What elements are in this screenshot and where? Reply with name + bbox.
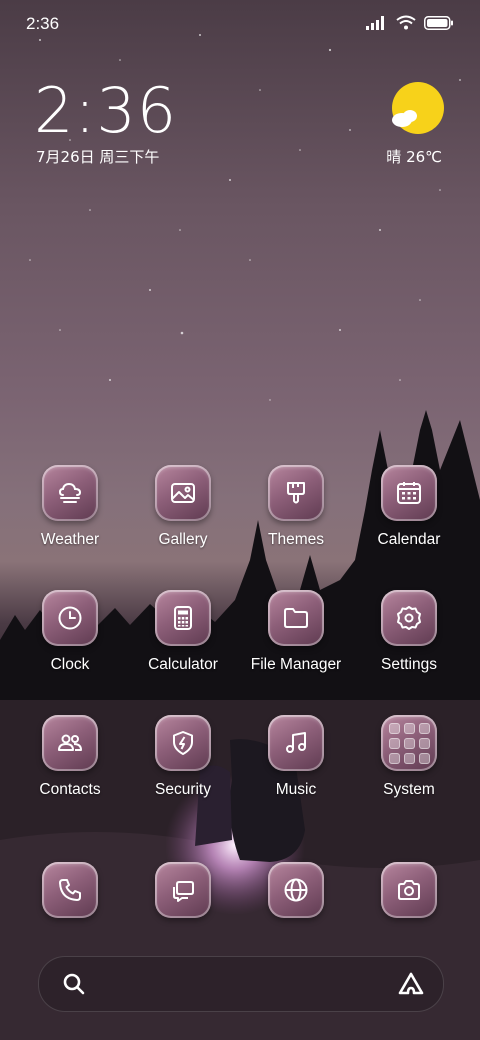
app-label: Calendar <box>377 531 441 548</box>
app-icon-browser[interactable] <box>268 862 324 918</box>
folder-grid-icon[interactable] <box>381 715 437 771</box>
gear-icon <box>397 606 421 630</box>
app-themes[interactable]: Themes <box>241 465 351 549</box>
app-icon-weather[interactable] <box>42 465 98 521</box>
shield-icon <box>173 731 193 755</box>
music-note-icon <box>286 732 306 753</box>
app-label: Settings <box>380 656 437 673</box>
search-icon[interactable] <box>61 971 87 997</box>
app-label: Contacts <box>39 781 101 798</box>
dock-browser[interactable] <box>241 862 351 918</box>
clock-icon <box>58 606 82 630</box>
app-icon-clock[interactable] <box>42 590 98 646</box>
clock-date: 7月26日 周三下午 <box>36 148 160 166</box>
status-time: 2:36 <box>26 14 60 33</box>
app-icon-gallery[interactable] <box>155 465 211 521</box>
camera-icon <box>398 880 420 900</box>
app-weather[interactable]: Weather <box>15 465 125 549</box>
app-label: Calculator <box>148 656 218 673</box>
app-icon-calendar[interactable] <box>381 465 437 521</box>
app-icon-file-manager[interactable] <box>268 590 324 646</box>
calculator-icon <box>174 606 192 630</box>
app-calculator[interactable]: Calculator <box>128 590 238 674</box>
app-icon-contacts[interactable] <box>42 715 98 771</box>
app-label: Gallery <box>158 531 208 548</box>
app-icon-themes[interactable] <box>268 465 324 521</box>
assistant-icon[interactable] <box>397 971 425 997</box>
dock-camera[interactable] <box>354 862 464 918</box>
message-icon <box>173 881 194 902</box>
image-icon <box>171 483 195 503</box>
app-label: Weather <box>40 531 100 548</box>
app-file-manager[interactable]: File Manager <box>241 590 351 674</box>
search-bar[interactable] <box>38 956 444 1012</box>
app-settings[interactable]: Settings <box>354 590 464 674</box>
battery-icon <box>424 15 453 30</box>
globe-icon <box>284 878 308 902</box>
app-icon-music[interactable] <box>268 715 324 771</box>
app-security[interactable]: Security <box>128 715 238 799</box>
app-icon-camera[interactable] <box>381 862 437 918</box>
app-icon-calculator[interactable] <box>155 590 211 646</box>
status-icons <box>366 15 454 30</box>
wifi-icon <box>396 15 416 30</box>
signal-icon <box>366 15 384 30</box>
app-label: File Manager <box>250 656 342 673</box>
app-icon-security[interactable] <box>155 715 211 771</box>
dock-phone[interactable] <box>15 862 125 918</box>
app-music[interactable]: Music <box>241 715 351 799</box>
app-icon-phone[interactable] <box>42 862 98 918</box>
app-label: Themes <box>268 531 324 548</box>
dock-messages[interactable] <box>128 862 238 918</box>
app-calendar[interactable]: Calendar <box>354 465 464 549</box>
sun-cloud-icon[interactable] <box>388 82 446 140</box>
app-clock[interactable]: Clock <box>15 590 125 674</box>
app-label: Music <box>275 781 317 798</box>
app-contacts[interactable]: Contacts <box>15 715 125 799</box>
calendar-icon <box>397 482 421 504</box>
folder-icon <box>284 608 308 628</box>
app-label: Security <box>155 781 211 798</box>
contacts-icon <box>58 734 82 751</box>
clock-time[interactable]: 2:36 <box>34 74 177 147</box>
weather-fog-icon <box>58 482 82 503</box>
brush-icon <box>287 482 305 504</box>
app-gallery[interactable]: Gallery <box>128 465 238 549</box>
app-label: System <box>383 781 435 798</box>
app-icon-settings[interactable] <box>381 590 437 646</box>
folder-preview <box>388 722 430 764</box>
weather-text: 晴 26℃ <box>386 148 442 166</box>
folder-system[interactable]: System <box>354 715 464 799</box>
app-label: Clock <box>50 656 90 673</box>
app-icon-messages[interactable] <box>155 862 211 918</box>
phone-icon <box>59 879 81 901</box>
